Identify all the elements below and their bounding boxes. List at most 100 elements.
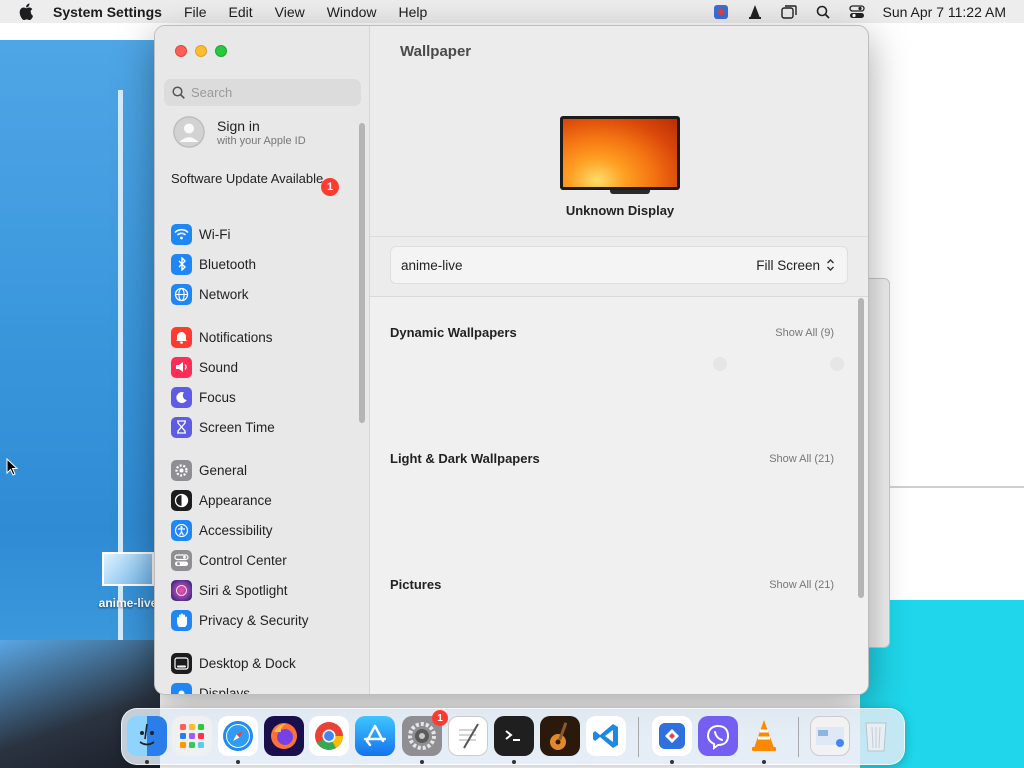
settings-icon[interactable]: 1	[402, 710, 448, 756]
fill-mode-popup[interactable]: Fill Screen	[756, 258, 835, 273]
sidebar-search[interactable]	[164, 79, 361, 106]
sidebar-item-screen-time[interactable]: Screen Time	[171, 416, 275, 438]
system-settings-window: Sign in with your Apple ID Software Upda…	[154, 25, 869, 695]
menu-edit[interactable]: Edit	[229, 4, 253, 20]
guitar-icon[interactable]	[540, 716, 580, 756]
pane-divider	[370, 236, 868, 237]
current-wallpaper-row: anime-live Fill Screen	[390, 246, 848, 284]
wallpaper-gallery: Dynamic Wallpapers Show All (9) Light & …	[370, 296, 868, 694]
show-all-light-dark-button[interactable]: Show All (21)	[769, 453, 834, 465]
viber-icon[interactable]	[698, 716, 738, 756]
apple-menu-icon[interactable]	[17, 3, 35, 21]
search-icon	[172, 86, 185, 99]
menu-bar-extras: Sun Apr 7 11:22 AM	[695, 0, 1007, 23]
bluetooth-icon	[171, 253, 192, 275]
terminal-icon[interactable]	[494, 716, 534, 756]
window-stack-icon[interactable]	[780, 4, 797, 20]
textedit-icon[interactable]	[448, 716, 488, 756]
desktop-wallpaper-left	[0, 40, 160, 740]
running-indicator	[236, 760, 240, 764]
menu-app-name[interactable]: System Settings	[53, 4, 162, 20]
settings-badge: 1	[432, 710, 448, 726]
menu-help[interactable]: Help	[399, 4, 428, 20]
launchpad-icon[interactable]	[172, 716, 212, 756]
signin-subtitle: with your Apple ID	[217, 134, 306, 147]
window-controls	[175, 45, 235, 57]
moon-icon	[171, 386, 192, 408]
file-thumbnail	[102, 552, 154, 586]
sidebar-item-general[interactable]: General	[171, 459, 247, 481]
running-indicator	[762, 760, 766, 764]
finder-icon[interactable]	[127, 716, 167, 756]
sidebar-item-accessibility[interactable]: Accessibility	[171, 519, 273, 541]
appearance-icon	[171, 489, 192, 511]
downloads-stack-icon[interactable]	[810, 716, 850, 756]
search-input[interactable]	[191, 85, 351, 100]
sidebar-item-desktop-dock[interactable]: Desktop & Dock	[171, 652, 296, 674]
remote-desktop-status-icon[interactable]	[713, 4, 729, 20]
zoom-window-button[interactable]	[215, 45, 227, 57]
spotlight-search-icon[interactable]	[815, 4, 831, 20]
gallery-scrollbar[interactable]	[858, 298, 864, 598]
chrome-icon[interactable]	[309, 716, 349, 756]
section-title-dynamic: Dynamic Wallpapers	[390, 325, 517, 340]
vscode-icon[interactable]	[586, 716, 626, 756]
show-all-dynamic-button[interactable]: Show All (9)	[775, 327, 834, 339]
minimize-window-button[interactable]	[195, 45, 207, 57]
sidebar-scrollbar[interactable]	[359, 123, 365, 423]
sidebar-list: Sign in with your Apple ID Software Upda…	[155, 116, 360, 695]
loading-placeholder-icon	[830, 357, 844, 371]
sidebar-item-network[interactable]: Network	[171, 283, 249, 305]
gear-icon	[171, 459, 192, 481]
sidebar-item-label: Siri & Spotlight	[199, 582, 288, 598]
remote-desktop-icon[interactable]	[652, 716, 692, 756]
sidebar-item-label: Displays	[199, 685, 251, 695]
sidebar-item-siri-spotlight[interactable]: Siri & Spotlight	[171, 579, 288, 601]
menu-window[interactable]: Window	[327, 4, 377, 20]
sidebar-item-privacy-security[interactable]: Privacy & Security	[171, 609, 309, 631]
section-title-pictures: Pictures	[390, 577, 442, 592]
menu-file[interactable]: File	[184, 4, 207, 20]
settings-sidebar: Sign in with your Apple ID Software Upda…	[155, 26, 370, 695]
close-window-button[interactable]	[175, 45, 187, 57]
wifi-icon	[171, 223, 192, 245]
sidebar-item-label: Privacy & Security	[199, 612, 309, 628]
sidebar-item-displays[interactable]: Displays	[171, 682, 251, 695]
chevron-up-down-icon	[827, 259, 834, 271]
display-icon	[171, 682, 192, 694]
sidebar-item-sound[interactable]: Sound	[171, 356, 238, 378]
sidebar-item-label: Wi-Fi	[199, 226, 231, 242]
sidebar-item-focus[interactable]: Focus	[171, 386, 236, 408]
speaker-icon	[171, 356, 192, 378]
bell-icon	[171, 326, 192, 348]
software-update-item[interactable]: Software Update Available	[171, 171, 346, 187]
sidebar-item-label: Appearance	[199, 492, 272, 508]
sidebar-item-appearance[interactable]: Appearance	[171, 489, 272, 511]
desktop-divider	[870, 486, 1024, 488]
sidebar-item-wifi[interactable]: Wi-Fi	[171, 223, 230, 245]
sidebar-item-label: Bluetooth	[199, 256, 257, 272]
sidebar-item-label: Control Center	[199, 552, 287, 568]
firefox-icon[interactable]	[264, 716, 304, 756]
monitor-stand	[610, 190, 650, 194]
sidebar-item-label: Notifications	[199, 329, 273, 345]
vlc-status-icon[interactable]	[747, 4, 763, 20]
safari-icon[interactable]	[218, 716, 258, 756]
dock-separator	[638, 717, 639, 757]
app-store-icon[interactable]	[355, 716, 395, 756]
wallpaper-pane: Wallpaper Unknown Display anime-live Fil…	[370, 26, 868, 694]
sidebar-item-notifications[interactable]: Notifications	[171, 326, 273, 348]
menu-bar-clock[interactable]: Sun Apr 7 11:22 AM	[883, 4, 1007, 20]
trash-icon[interactable]	[856, 716, 896, 756]
control-center-status-icon[interactable]	[848, 4, 865, 20]
show-all-pictures-button[interactable]: Show All (21)	[769, 579, 834, 591]
menu-view[interactable]: View	[275, 4, 305, 20]
sidebar-item-bluetooth[interactable]: Bluetooth	[171, 253, 256, 275]
running-indicator	[420, 760, 424, 764]
running-indicator	[145, 760, 149, 764]
vlc-icon[interactable]	[744, 716, 784, 756]
dock-icon	[171, 652, 192, 674]
sidebar-item-control-center[interactable]: Control Center	[171, 549, 287, 571]
display-name: Unknown Display	[565, 203, 675, 218]
apple-id-signin[interactable]: Sign in with your Apple ID	[173, 116, 306, 148]
